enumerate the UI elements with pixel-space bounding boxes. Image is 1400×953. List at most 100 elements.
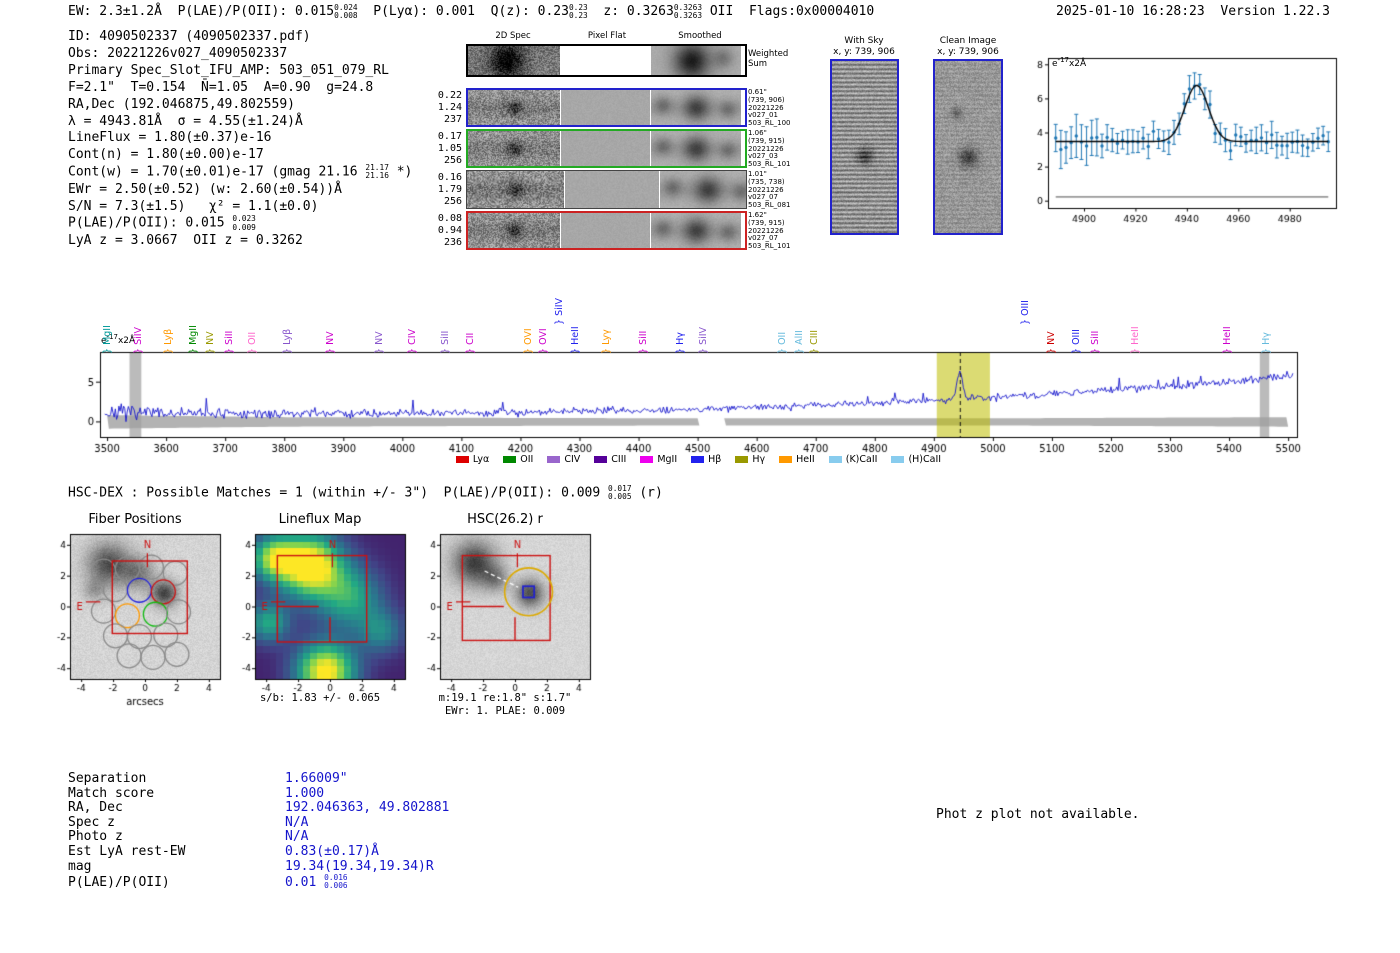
legend-item: (H)CaII	[891, 454, 941, 465]
legend-item: CIV	[547, 454, 580, 465]
twod-row1-smoothed-canvas	[651, 90, 741, 125]
line-fit-chart	[1030, 48, 1360, 233]
twod-row3-smoothed-canvas	[660, 171, 746, 208]
legend-item: CIII	[594, 454, 626, 465]
cleanimage-title: Clean Image	[939, 36, 997, 46]
header-plae-value: 0.015	[294, 4, 335, 19]
lineflux-map-plot	[225, 526, 415, 716]
legend-swatch	[779, 456, 793, 463]
twod-weighted-sum-row	[466, 44, 747, 77]
hsc-caption-morphology: m:19.1 re:1.8" s:1.7"	[438, 692, 572, 704]
photz-note: Phot z plot not available.	[936, 807, 1140, 822]
info-radec: RA,Dec (192.046875,49.802559)	[68, 96, 295, 112]
twod-col-header-2dspec: 2D Spec	[495, 31, 531, 41]
twod-row4-smoothed-canvas	[651, 213, 741, 248]
header-z-type: OII	[702, 4, 749, 19]
hsc-caption-ewr-plae: EWr: 1. PLAE: 0.009	[444, 705, 566, 717]
version: Version 1.22.3	[1220, 4, 1330, 19]
twod-row2-pixelflat-canvas	[561, 131, 650, 166]
legend-swatch	[547, 456, 561, 463]
info-cont-n: Cont(n) = 1.80(±0.00)e-17	[68, 147, 264, 163]
legend-label: OII	[520, 454, 534, 465]
legend-item: HeII	[779, 454, 815, 465]
match-row-specz: Spec z N/A	[68, 814, 309, 830]
legend-swatch	[503, 456, 517, 463]
twod-row-left-values: 0.08 0.94 236	[437, 213, 462, 248]
legend-swatch	[691, 456, 705, 463]
header-flags: Flags:0x00004010	[748, 4, 875, 19]
legend-label: (K)CaII	[845, 454, 878, 465]
withsky-title: With Sky	[844, 36, 884, 46]
legend-label: Lyα	[472, 454, 490, 465]
legend-item: Lyα	[455, 454, 490, 465]
legend-swatch	[891, 456, 905, 463]
match-row-mag: mag 19.34(19.34,19.34)R	[68, 858, 434, 874]
lineflux-caption: s/b: 1.83 +/- 0.065	[259, 692, 381, 704]
match-row-radec: RA, Dec 192.046363, 49.802881	[68, 800, 450, 816]
twod-fiber-row-2	[466, 129, 747, 168]
report-timestamp-version: 2025-01-10 16:28:23 Version 1.22.3	[1056, 3, 1330, 20]
info-sn-chi2: S/N = 7.3(±1.5) χ² = 1.1(±0.0)	[68, 198, 319, 214]
match-row-separation: Separation 1.66009"	[68, 771, 348, 786]
twod-col-header-smoothed: Smoothed	[678, 31, 722, 41]
twod-row-annotation: 1.62" (739, 915) 20221226 v027_07 503_RL_101	[748, 211, 791, 251]
withsky-coords: x, y: 739, 906	[833, 47, 895, 57]
info-lineflux: LineFlux = 1.80(±0.37)e-16	[68, 130, 272, 146]
header-z-range: 0.3263 0.3263	[673, 2, 703, 20]
info-redshifts: LyA z = 3.0667 OII z = 0.3262	[68, 232, 303, 248]
detection-info-block: ID: 4090502337 (4090502337.pdf) Obs: 202…	[68, 29, 412, 250]
info-wavelength: λ = 4943.81Å σ = 4.55(±1.24)Å	[68, 113, 303, 129]
legend-label: Hβ	[708, 454, 722, 465]
legend-label: (H)CaII	[908, 454, 942, 465]
header-plae-label: P(LAE)/P(OII):	[177, 4, 295, 19]
info-obs: Obs: 20221226v027_4090502337	[68, 45, 288, 61]
twod-row3-2dspec-canvas	[467, 171, 565, 208]
header-z-value: 0.3263	[626, 4, 674, 19]
twod-fiber-row-4	[466, 211, 747, 250]
info-cont-w: Cont(w) = 1.70(±0.01)e-17 (gmag 21.16 21…	[68, 163, 413, 181]
legend-item: Hβ	[691, 454, 721, 465]
header-ew: EW: 2.3±1.2Å	[68, 4, 178, 19]
twod-row-left-values: 0.16 1.79 256	[437, 172, 462, 207]
legend-swatch	[735, 456, 749, 463]
legend-item: OII	[503, 454, 533, 465]
info-ewr: EWr = 2.50(±0.52) (w: 2.60(±0.54))Å	[68, 181, 342, 197]
timestamp: 2025-01-10 16:28:23	[1056, 4, 1221, 19]
twod-row3-pixelflat-canvas	[565, 171, 660, 208]
inset-flux-units-label: e-17x2Å	[1052, 56, 1087, 69]
twod-fiber-row-1	[466, 88, 747, 127]
twod-row4-pixelflat-canvas	[561, 213, 650, 248]
match-row-restew: Est LyA rest-EW 0.83(±0.17)Å	[68, 843, 379, 859]
legend-label: HeII	[796, 454, 815, 465]
lineflux-map-title: Lineflux Map	[278, 512, 362, 527]
twod-row1-2dspec-canvas	[468, 90, 560, 125]
legend-label: Hγ	[752, 454, 766, 465]
legend-label: CIV	[564, 454, 581, 465]
legend-label: CIII	[611, 454, 627, 465]
twod-row-left-values: 0.17 1.05 256	[437, 131, 462, 166]
match-row-photoz: Photo z N/A	[68, 829, 309, 845]
legend-item: (K)CaII	[828, 454, 878, 465]
info-plae: P(LAE)/P(OII): 0.015 0.023 0.009	[68, 214, 256, 232]
header-qz-label: Q(z):	[490, 4, 538, 19]
withsky-image	[830, 59, 899, 235]
header-qz-value: 0.23	[537, 4, 569, 19]
legend-swatch	[594, 456, 608, 463]
legend-swatch	[640, 456, 654, 463]
twod-row2-smoothed-canvas	[651, 131, 741, 166]
match-row-score: Match score 1.000	[68, 785, 325, 801]
legend-item: Hγ	[735, 454, 765, 465]
catalog-match-table: Separation 1.66009" Match score 1.000 RA, …	[68, 771, 450, 891]
twod-row1-pixelflat-canvas	[561, 90, 650, 125]
twod-row-annotation: 0.61" (739, 906) 20221226 v027_01 503_RL_100	[748, 88, 791, 128]
header-qz-range: 0.23 0.23	[568, 2, 588, 20]
header-plae-range: 0.024 0.008	[334, 2, 358, 20]
twod-row-annotation: 1.06" (739, 915) 20221226 v027_03 503_RL_101	[748, 129, 791, 169]
hsc-cutout-title: HSC(26.2) r	[467, 512, 543, 527]
hscdex-match-line: HSC-DEX : Possible Matches = 1 (within +…	[68, 484, 663, 502]
twod-fiber-row-3	[466, 170, 747, 209]
twod-sum-smoothed-canvas	[651, 46, 741, 75]
header-plya: P(Lyα): 0.001	[357, 4, 491, 19]
legend-item: MgII	[640, 454, 677, 465]
legend-label: MgII	[657, 454, 678, 465]
